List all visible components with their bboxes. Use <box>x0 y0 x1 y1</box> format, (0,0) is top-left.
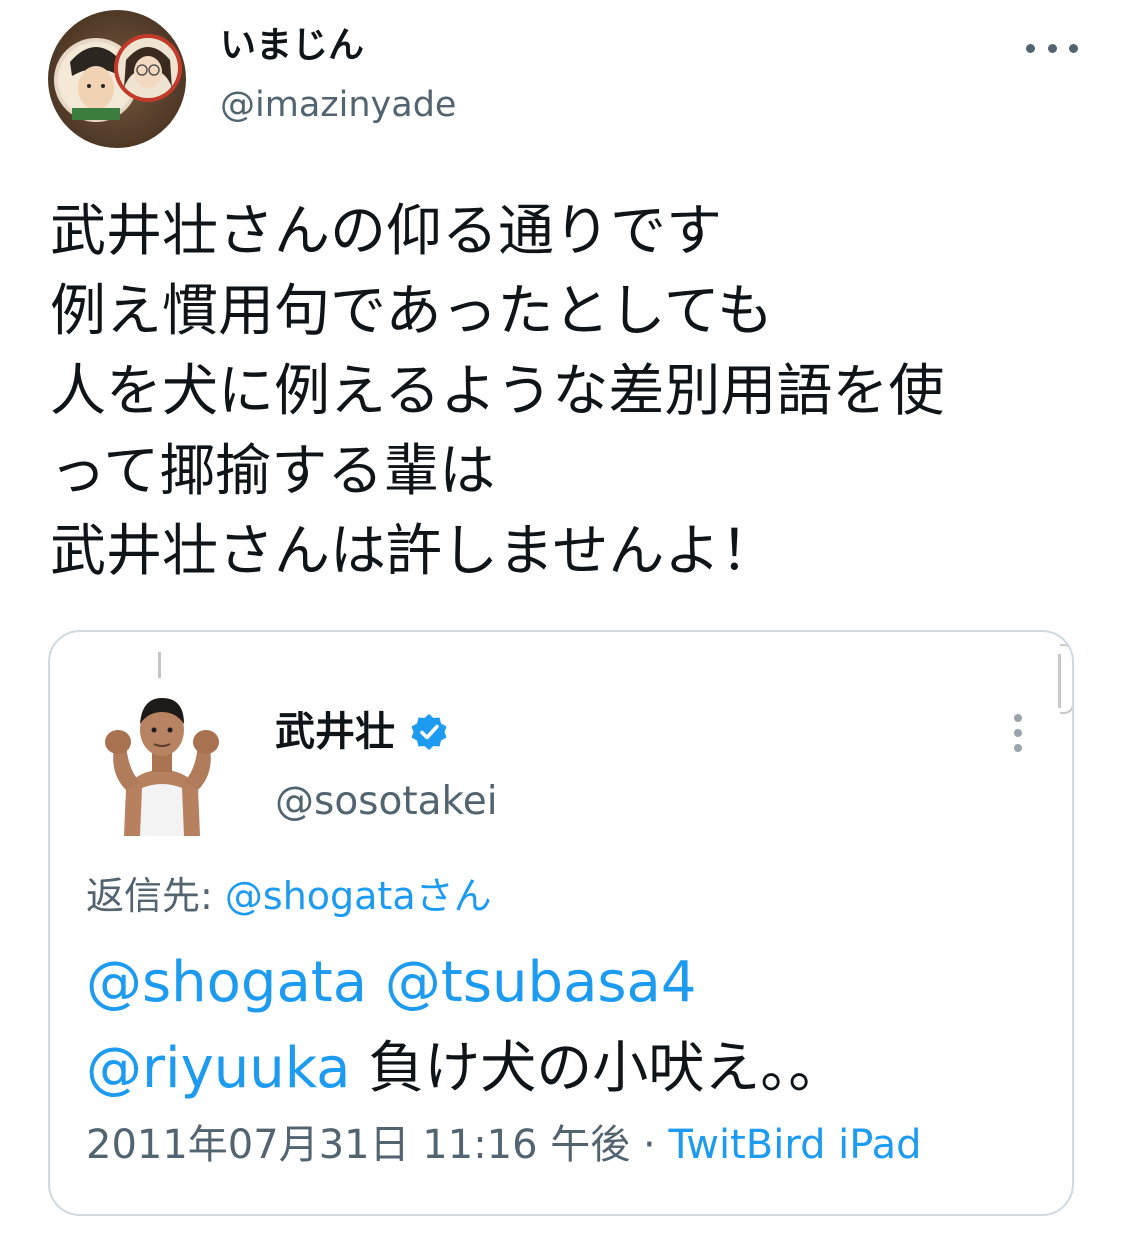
quoted-meta: 2011年07月31日 11:16 午後 · TwitBird iPad <box>86 1120 922 1170</box>
quoted-tweet-text: @shogata @tsubasa4 @riyuuka 負け犬の小吠え。。 <box>86 940 844 1112</box>
quoted-name-row[interactable]: 武井壮 <box>275 708 449 756</box>
more-horizontal-icon-dot <box>1047 43 1057 53</box>
quoted-message: 負け犬の小吠え。。 <box>368 1036 845 1101</box>
quoted-source-link[interactable]: TwitBird iPad <box>668 1122 921 1168</box>
verified-badge-icon <box>411 714 447 750</box>
more-horizontal-icon-dot <box>1069 43 1078 53</box>
author-display-name[interactable]: いまじん <box>220 24 364 68</box>
scrollbar-edge <box>1060 644 1072 714</box>
quoted-avatar[interactable] <box>96 684 228 836</box>
tweet-line: 人を犬に例えるような差別用語を使 <box>50 359 945 424</box>
reply-to-link[interactable]: @shogataさん <box>225 874 492 918</box>
meta-separator: · <box>630 1122 669 1168</box>
reply-to-line: 返信先: @shogataさん <box>86 872 492 920</box>
more-vertical-icon <box>1014 714 1022 722</box>
quoted-handle[interactable]: @sosotakei <box>275 778 498 826</box>
attached-screenshot[interactable]: 武井壮 @sosotakei 返信先: @shogataさん @shogata … <box>48 630 1074 1216</box>
more-vertical-icon-dot <box>1014 744 1022 752</box>
author-handle[interactable]: @imazinyade <box>220 84 456 126</box>
mention-link[interactable]: @shogata <box>86 950 367 1015</box>
fighter-photo-image <box>105 698 219 836</box>
reply-prefix: 返信先: <box>86 874 225 918</box>
quoted-timestamp[interactable]: 2011年07月31日 11:16 午後 <box>86 1122 630 1168</box>
mention-link[interactable]: @tsubasa4 <box>385 950 697 1015</box>
tweet-text: 武井壮さんの仰る通りです 例え慣用句であったとしても 人を犬に例えるような差別用… <box>50 192 1080 592</box>
scroll-indicator <box>158 652 161 678</box>
quoted-more-button[interactable] <box>1012 714 1024 752</box>
more-horizontal-icon <box>1026 43 1035 53</box>
tweet-line: 武井壮さんは許しませんよ！ <box>50 519 777 584</box>
tweet-line: 例え慣用句であったとしても <box>50 279 773 344</box>
avatar-badges-image <box>54 34 182 122</box>
tweet-line: 武井壮さんの仰る通りです <box>50 199 722 264</box>
quoted-line: @shogata @tsubasa4 <box>86 940 844 1026</box>
author-avatar[interactable] <box>48 10 186 148</box>
quoted-line: @riyuuka 負け犬の小吠え。。 <box>86 1026 844 1112</box>
mention-link[interactable]: @riyuuka <box>86 1036 350 1101</box>
quoted-display-name[interactable]: 武井壮 <box>275 708 395 756</box>
more-vertical-icon-dot <box>1014 729 1022 737</box>
tweet-line: って揶揄する輩は <box>50 439 496 504</box>
more-options-button[interactable] <box>1026 34 1078 62</box>
